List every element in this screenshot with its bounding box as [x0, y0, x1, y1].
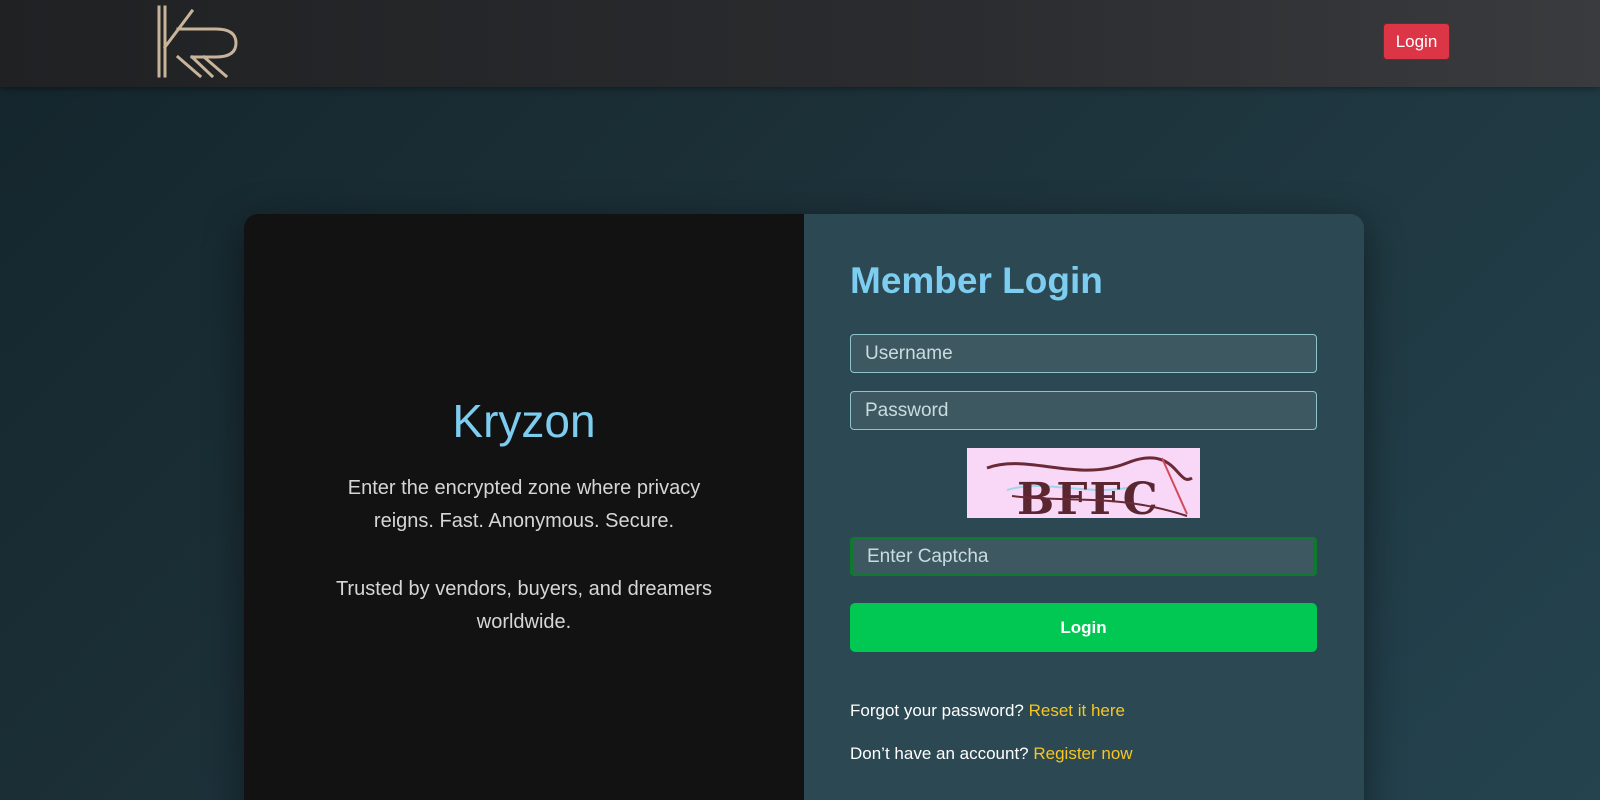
brand-tagline: Enter the encrypted zone where privacy r… [347, 477, 701, 532]
captcha-input[interactable] [850, 537, 1317, 576]
reset-password-link[interactable]: Reset it here [1029, 701, 1125, 720]
login-submit-button[interactable]: Login [850, 603, 1317, 652]
register-line: Don’t have an account? Register now [850, 744, 1133, 764]
captcha-text: BFFC [1017, 474, 1160, 518]
register-text: Don’t have an account? [850, 744, 1034, 763]
captcha-image: BFFC [967, 448, 1200, 518]
username-input[interactable] [850, 334, 1317, 373]
brand-trust-text: Trusted by vendors, buyers, and dreamers… [335, 578, 713, 633]
password-input[interactable] [850, 391, 1317, 430]
forgot-password-line: Forgot your password? Reset it here [850, 701, 1125, 721]
login-panel: Member Login BFFC Login Forgot your pass… [804, 214, 1364, 800]
header-login-button[interactable]: Login [1383, 23, 1450, 60]
brand-title: Kryzon [452, 395, 596, 447]
top-navbar: Login [0, 0, 1600, 87]
brand-panel: Kryzon Enter the encrypted zone where pr… [244, 214, 804, 800]
login-title: Member Login [850, 260, 1103, 301]
login-card: Kryzon Enter the encrypted zone where pr… [244, 214, 1364, 800]
kr-logo-icon[interactable] [156, 5, 242, 79]
register-link[interactable]: Register now [1033, 744, 1132, 763]
forgot-password-text: Forgot your password? [850, 701, 1029, 720]
